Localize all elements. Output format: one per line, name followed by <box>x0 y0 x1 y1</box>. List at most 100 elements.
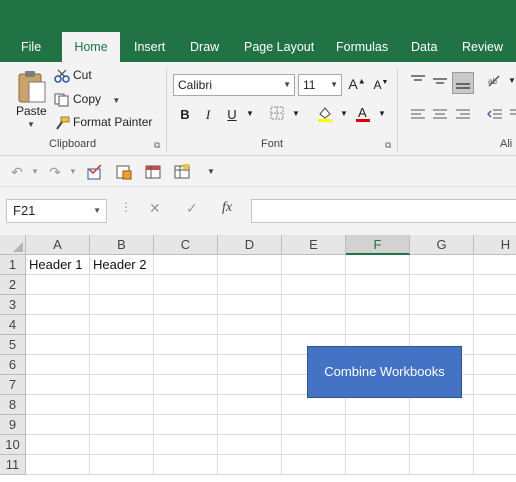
redo-icon[interactable]: ↷ <box>46 163 64 181</box>
tab-review[interactable]: Review <box>462 32 503 62</box>
column-header-b[interactable]: B <box>90 235 154 255</box>
tab-file[interactable]: File <box>21 32 41 62</box>
chevron-down-icon[interactable]: ▼ <box>64 163 82 181</box>
cell-b4[interactable] <box>90 315 154 335</box>
chevron-down-icon[interactable]: ▼ <box>241 109 259 118</box>
borders-icon[interactable] <box>268 106 286 123</box>
cell-a9[interactable] <box>26 415 90 435</box>
cell-c6[interactable] <box>154 355 218 375</box>
cell-e10[interactable] <box>282 435 346 455</box>
tab-formulas[interactable]: Formulas <box>336 32 388 62</box>
chevron-down-icon[interactable]: ▼ <box>112 96 120 105</box>
chevron-down-icon[interactable]: ▼ <box>373 109 391 118</box>
cell-c5[interactable] <box>154 335 218 355</box>
table-insert-icon[interactable] <box>173 163 191 181</box>
cell-f2[interactable] <box>346 275 410 295</box>
cell-c2[interactable] <box>154 275 218 295</box>
cell-a6[interactable] <box>26 355 90 375</box>
row-header[interactable]: 1 <box>0 255 26 275</box>
column-header-a[interactable]: A <box>26 235 90 255</box>
cell-a4[interactable] <box>26 315 90 335</box>
cell-h2[interactable] <box>474 275 516 295</box>
cell-h8[interactable] <box>474 395 516 415</box>
cell-h6[interactable] <box>474 355 516 375</box>
cell-h1[interactable] <box>474 255 516 275</box>
cell-h7[interactable] <box>474 375 516 395</box>
cell-h5[interactable] <box>474 335 516 355</box>
row-header[interactable]: 3 <box>0 295 26 315</box>
font-size-select[interactable]: 11 ▼ <box>298 74 342 96</box>
cell-b5[interactable] <box>90 335 154 355</box>
cell-f10[interactable] <box>346 435 410 455</box>
cell-a8[interactable] <box>26 395 90 415</box>
align-middle-icon[interactable] <box>431 74 449 91</box>
column-header-h[interactable]: H <box>474 235 516 255</box>
decrease-font-size-icon[interactable]: A▼ <box>372 78 390 92</box>
formula-input[interactable] <box>251 199 516 223</box>
cell-d2[interactable] <box>218 275 282 295</box>
form-icon[interactable] <box>115 163 133 181</box>
cell-b9[interactable] <box>90 415 154 435</box>
italic-button[interactable]: I <box>199 107 217 123</box>
align-center-icon[interactable] <box>431 108 449 123</box>
cell-h3[interactable] <box>474 295 516 315</box>
cell-c10[interactable] <box>154 435 218 455</box>
font-color-icon[interactable]: A <box>354 105 372 126</box>
cell-a5[interactable] <box>26 335 90 355</box>
cell-g3[interactable] <box>410 295 474 315</box>
cell-a11[interactable] <box>26 455 90 475</box>
tab-home[interactable]: Home <box>62 32 120 62</box>
row-header[interactable]: 6 <box>0 355 26 375</box>
cell-b8[interactable] <box>90 395 154 415</box>
align-right-icon[interactable] <box>454 108 472 123</box>
cell-g1[interactable] <box>410 255 474 275</box>
combine-workbooks-button[interactable]: Combine Workbooks <box>307 346 462 398</box>
row-header[interactable]: 5 <box>0 335 26 355</box>
cell-f1[interactable] <box>346 255 410 275</box>
cut-button[interactable]: Cut <box>54 68 92 86</box>
cell-d4[interactable] <box>218 315 282 335</box>
cell-d7[interactable] <box>218 375 282 395</box>
row-header[interactable]: 10 <box>0 435 26 455</box>
check-list-icon[interactable] <box>86 163 104 181</box>
row-header[interactable]: 11 <box>0 455 26 475</box>
cell-f8[interactable] <box>346 395 410 415</box>
cell-c7[interactable] <box>154 375 218 395</box>
cell-c4[interactable] <box>154 315 218 335</box>
column-header-c[interactable]: C <box>154 235 218 255</box>
tab-draw[interactable]: Draw <box>190 32 219 62</box>
cell-f9[interactable] <box>346 415 410 435</box>
font-name-select[interactable]: Calibri ▼ <box>173 74 295 96</box>
align-bottom-button[interactable] <box>452 72 474 94</box>
cell-c11[interactable] <box>154 455 218 475</box>
cell-d10[interactable] <box>218 435 282 455</box>
cell-d8[interactable] <box>218 395 282 415</box>
cell-h11[interactable] <box>474 455 516 475</box>
cell-e8[interactable] <box>282 395 346 415</box>
chevron-down-icon[interactable]: ▼ <box>335 109 353 118</box>
cancel-icon[interactable]: ✕ <box>149 200 161 217</box>
cell-b1[interactable]: Header 2 <box>90 255 154 275</box>
cell-e3[interactable] <box>282 295 346 315</box>
cell-a3[interactable] <box>26 295 90 315</box>
cell-c3[interactable] <box>154 295 218 315</box>
cell-f3[interactable] <box>346 295 410 315</box>
decrease-indent-icon[interactable] <box>486 108 504 123</box>
tab-data[interactable]: Data <box>411 32 437 62</box>
cell-d6[interactable] <box>218 355 282 375</box>
cell-a10[interactable] <box>26 435 90 455</box>
chevron-down-icon[interactable]: ▼ <box>26 163 44 181</box>
row-header[interactable]: 4 <box>0 315 26 335</box>
cell-b7[interactable] <box>90 375 154 395</box>
cell-e2[interactable] <box>282 275 346 295</box>
name-box[interactable]: F21 ▼ <box>6 199 107 223</box>
chevron-down-icon[interactable]: ▼ <box>287 109 305 118</box>
cell-a7[interactable] <box>26 375 90 395</box>
cell-c9[interactable] <box>154 415 218 435</box>
cell-f4[interactable] <box>346 315 410 335</box>
column-header-d[interactable]: D <box>218 235 282 255</box>
tab-page-layout[interactable]: Page Layout <box>244 32 314 62</box>
column-header-e[interactable]: E <box>282 235 346 255</box>
customize-qat-icon[interactable]: ▼ <box>202 163 220 181</box>
cell-f11[interactable] <box>346 455 410 475</box>
